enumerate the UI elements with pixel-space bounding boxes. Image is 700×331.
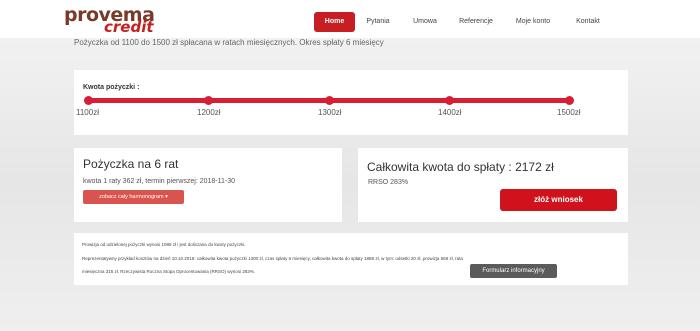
slider-stop-1300[interactable] (325, 96, 334, 105)
loan-title: Pożyczka na 6 rat (83, 157, 179, 171)
fine-print-line: Reprezentatywny przykład kosztów na dzie… (82, 256, 463, 261)
logo-text-bottom: credit (104, 18, 154, 36)
tick-label: 1200zł (197, 108, 221, 117)
slider-stop-1200[interactable] (204, 96, 213, 105)
schedule-button[interactable]: zobacz cały harmonogram ▾ (83, 190, 184, 204)
tagline: Pożyczka od 1100 do 1500 zł spłacana w r… (74, 38, 384, 47)
total-amount: Całkowita kwota do spłaty : 2172 zł (367, 160, 554, 174)
apply-button[interactable]: złóż wniosek (500, 189, 617, 211)
slider-stop-1100[interactable] (84, 96, 93, 105)
rrso-value: RRSO 283% (368, 179, 409, 186)
tick-label: 1400zł (438, 108, 462, 117)
fine-print-line: miesięczna 315 zł, Rzeczywista Roczna St… (82, 269, 256, 274)
loan-detail: kwota 1 raty 362 zł, termin pierwszej: 2… (83, 178, 235, 185)
slider-stop-1400[interactable] (445, 96, 454, 105)
tick-label: 1300zł (318, 108, 342, 117)
information-form-button[interactable]: Formularz informacyjny (470, 264, 557, 278)
nav-pytania[interactable]: Pytania (360, 12, 396, 32)
tick-label: 1500zł (557, 108, 581, 117)
slider-handle[interactable] (565, 96, 574, 105)
nav-umowa[interactable]: Umowa (408, 12, 442, 32)
provema-logo[interactable]: provema credit (64, 5, 160, 39)
amount-label: Kwota pożyczki : (83, 84, 140, 91)
nav-home[interactable]: Home (314, 12, 355, 32)
nav-kontakt[interactable]: Kontakt (570, 12, 606, 32)
nav-moje-konto[interactable]: Moje konto (510, 12, 556, 32)
nav-referencje[interactable]: Referencje (454, 12, 498, 32)
tick-label: 1100zł (76, 108, 99, 117)
fine-print-line: Prowizja od udzielonej pożyczki wynosi 1… (82, 242, 246, 247)
